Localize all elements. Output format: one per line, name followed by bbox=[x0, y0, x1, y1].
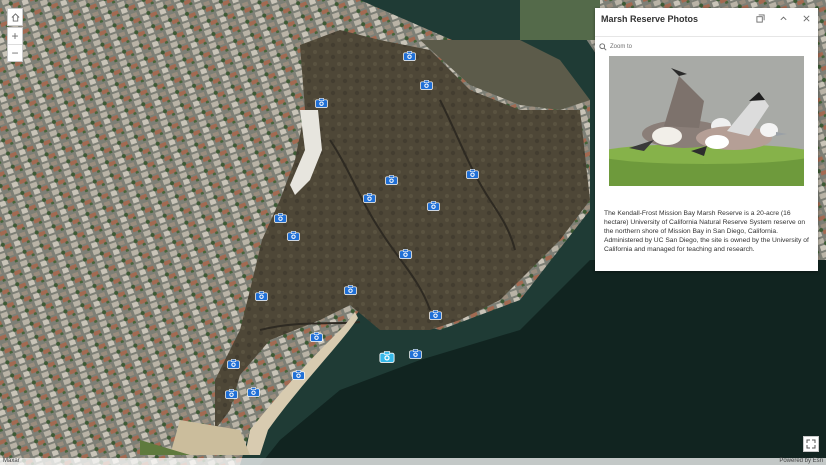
camera-icon[interactable] bbox=[254, 291, 269, 302]
camera-icon[interactable] bbox=[309, 332, 324, 343]
popup-header: Marsh Reserve Photos bbox=[595, 8, 818, 30]
zoom-out-button[interactable]: − bbox=[8, 45, 22, 61]
camera-icon[interactable] bbox=[246, 387, 261, 398]
camera-icon[interactable] bbox=[273, 213, 288, 224]
popup-description: The Kendall-Frost Mission Bay Marsh Rese… bbox=[604, 210, 809, 253]
zoom-control[interactable]: + − bbox=[7, 27, 23, 62]
camera-icon[interactable] bbox=[314, 98, 329, 109]
dock-icon[interactable] bbox=[755, 14, 765, 24]
camera-icon[interactable] bbox=[224, 389, 239, 400]
zoom-to-label: Zoom to bbox=[610, 44, 633, 50]
camera-icon[interactable] bbox=[465, 169, 480, 180]
expand-icon bbox=[806, 439, 816, 449]
camera-icon[interactable] bbox=[398, 249, 413, 260]
zoom-in-button[interactable]: + bbox=[8, 28, 22, 45]
camera-icon[interactable] bbox=[419, 80, 434, 91]
camera-icon[interactable] bbox=[426, 201, 441, 212]
home-control[interactable] bbox=[7, 8, 23, 26]
camera-icon[interactable] bbox=[343, 285, 358, 296]
home-icon[interactable] bbox=[8, 9, 22, 25]
camera-icon[interactable] bbox=[408, 349, 423, 360]
camera-icon[interactable] bbox=[428, 310, 443, 321]
ducks-photo bbox=[609, 56, 804, 186]
camera-icon[interactable] bbox=[384, 175, 399, 186]
camera-icon[interactable] bbox=[379, 351, 395, 363]
popup-panel: Marsh Reserve Photos Zoom to The Kendall… bbox=[595, 8, 818, 271]
popup-divider bbox=[595, 36, 818, 37]
magnifier-icon bbox=[599, 43, 607, 51]
attribution-source: Maxar bbox=[3, 458, 20, 464]
camera-icon[interactable] bbox=[291, 370, 306, 381]
powered-by-esri[interactable]: Powered by Esri bbox=[779, 458, 823, 465]
camera-icon[interactable] bbox=[402, 51, 417, 62]
close-icon[interactable] bbox=[801, 14, 811, 24]
chevron-up-icon[interactable] bbox=[778, 14, 788, 24]
camera-icon[interactable] bbox=[362, 193, 377, 204]
popup-title: Marsh Reserve Photos bbox=[601, 14, 699, 24]
camera-icon[interactable] bbox=[286, 231, 301, 242]
fullscreen-button[interactable] bbox=[803, 436, 819, 452]
camera-icon[interactable] bbox=[226, 359, 241, 370]
attribution-bar: Maxar Powered by Esri bbox=[0, 458, 826, 465]
zoom-to-button[interactable]: Zoom to bbox=[599, 41, 632, 53]
